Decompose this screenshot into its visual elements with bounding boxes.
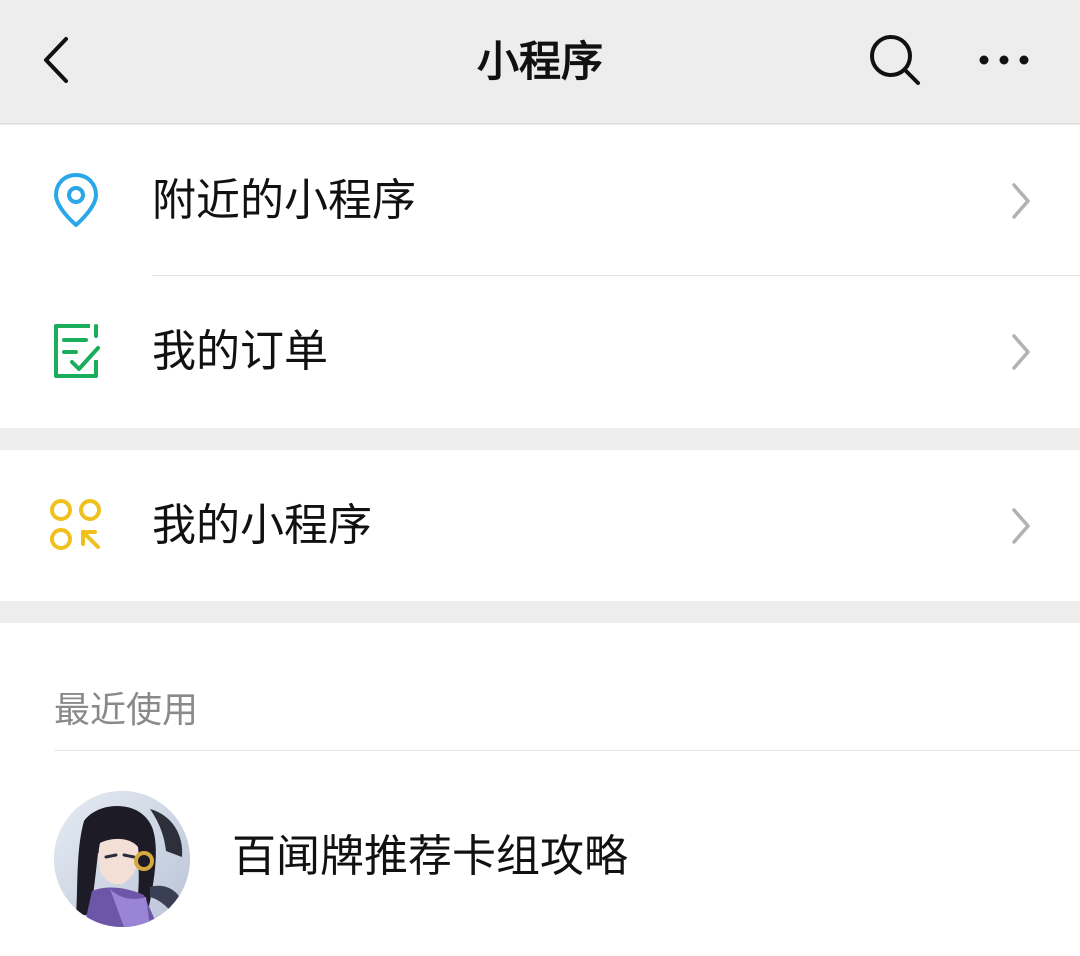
menu-group-primary: 附近的小程序 我的订单 [0, 125, 1080, 428]
order-check-icon [46, 321, 106, 381]
navigation-bar: 小程序 [0, 0, 1080, 124]
location-pin-icon [46, 170, 106, 230]
mini-program-grid-icon [46, 495, 106, 555]
menu-item-nearby-programs[interactable]: 附近的小程序 [0, 125, 1080, 276]
recent-mini-program-item[interactable]: 百闻牌推荐卡组攻略 [0, 751, 1080, 956]
menu-item-my-orders[interactable]: 我的订单 [0, 276, 1080, 427]
recent-section: 最近使用 百闻牌推荐卡组攻略 [0, 623, 1080, 956]
chevron-right-icon [1006, 179, 1036, 223]
more-dots-icon [979, 55, 1029, 65]
search-button[interactable] [862, 28, 928, 92]
menu-item-label: 我的小程序 [152, 500, 372, 551]
chevron-right-icon [1006, 504, 1036, 548]
avatar [54, 791, 190, 927]
search-icon [870, 35, 920, 85]
menu-item-label: 附近的小程序 [152, 175, 416, 226]
chevron-left-icon [44, 37, 68, 83]
recent-item-name: 百闻牌推荐卡组攻略 [232, 831, 628, 882]
section-title-recent: 最近使用 [54, 690, 199, 731]
menu-item-my-mini-programs[interactable]: 我的小程序 [0, 450, 1080, 601]
menu-group-my-programs: 我的小程序 [0, 450, 1080, 601]
chevron-right-icon [1006, 330, 1036, 374]
mini-programs-page: 小程序 附近的小程序 我的订单 我的小程序 最近使用 百闻牌推荐卡组攻略 [0, 0, 1080, 956]
more-button[interactable] [966, 28, 1042, 92]
menu-item-label: 我的订单 [152, 326, 328, 377]
back-button[interactable] [28, 28, 84, 92]
